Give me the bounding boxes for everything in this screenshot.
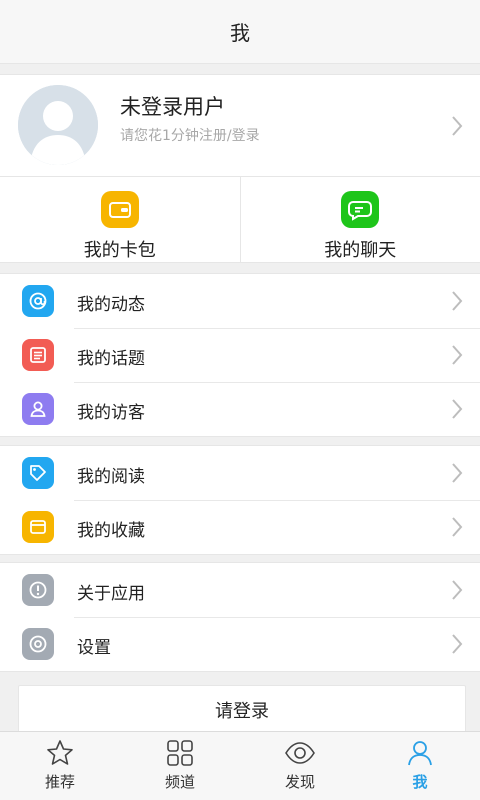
bottom-tab-bar: 推荐 频道 发现 我	[0, 731, 480, 800]
chevron-right-icon	[452, 463, 463, 483]
menu-item-label: 我的阅读	[77, 467, 145, 487]
menu-item-label: 我的动态	[77, 295, 145, 315]
profile-card[interactable]: 未登录用户 请您花1分钟注册/登录	[0, 74, 480, 177]
card-wallet-label: 我的卡包	[83, 240, 156, 261]
settings-icon	[22, 628, 54, 660]
menu-group-app: 关于应用 设置	[0, 562, 480, 672]
chevron-right-icon	[452, 291, 463, 311]
chevron-right-icon	[452, 345, 463, 365]
tab-label: 推荐	[44, 773, 75, 791]
menu-item-label: 设置	[77, 638, 111, 658]
page-title: 我	[230, 21, 250, 45]
login-button[interactable]: 请登录	[18, 685, 466, 735]
menu-item-label: 我的收藏	[77, 521, 145, 541]
avatar	[18, 85, 98, 165]
tab-recommend[interactable]: 推荐	[0, 732, 120, 800]
chevron-right-icon	[452, 634, 463, 654]
chat-icon	[341, 191, 380, 228]
grid-icon	[167, 740, 193, 766]
list-icon	[22, 339, 54, 371]
tag-icon	[22, 457, 54, 489]
tab-label: 发现	[284, 773, 315, 791]
menu-item-my-favorites[interactable]: 我的收藏	[0, 500, 480, 554]
chevron-right-icon	[452, 517, 463, 537]
profile-subtitle: 请您花1分钟注册/登录	[120, 128, 260, 144]
my-chat-label: 我的聊天	[324, 240, 397, 261]
eye-icon	[285, 742, 315, 764]
menu-item-my-reading[interactable]: 我的阅读	[0, 446, 480, 500]
wallet-icon	[100, 191, 139, 228]
menu-item-my-topics[interactable]: 我的话题	[0, 328, 480, 382]
menu-item-about[interactable]: 关于应用	[0, 563, 480, 617]
my-chat-button[interactable]: 我的聊天	[239, 177, 480, 262]
menu-item-label: 关于应用	[77, 584, 145, 604]
chevron-right-icon	[452, 580, 463, 600]
info-icon	[22, 574, 54, 606]
menu-group-reading: 我的阅读 我的收藏	[0, 445, 480, 555]
menu-item-settings[interactable]: 设置	[0, 617, 480, 671]
card-wallet-button[interactable]: 我的卡包	[0, 177, 240, 262]
menu-item-my-visitors[interactable]: 我的访客	[0, 382, 480, 436]
menu-group-activity: 我的动态 我的话题 我的访客	[0, 273, 480, 437]
menu-item-my-posts[interactable]: 我的动态	[0, 274, 480, 328]
star-icon	[47, 740, 73, 765]
quick-actions: 我的卡包 我的聊天	[0, 177, 480, 263]
profile-name: 未登录用户	[120, 95, 225, 119]
tab-label: 我	[412, 773, 428, 791]
at-icon	[22, 285, 54, 317]
chevron-right-icon	[452, 399, 463, 419]
tab-me[interactable]: 我	[360, 732, 480, 800]
tab-label: 频道	[164, 773, 195, 791]
top-bar: 我	[0, 0, 480, 64]
menu-item-label: 我的访客	[77, 403, 145, 423]
menu-item-label: 我的话题	[77, 349, 145, 369]
login-area: 请登录	[0, 672, 480, 735]
user-icon	[408, 741, 432, 766]
tab-channels[interactable]: 频道	[120, 732, 240, 800]
folder-icon	[22, 511, 54, 543]
chevron-right-icon	[452, 116, 463, 136]
tab-discover[interactable]: 发现	[240, 732, 360, 800]
person-icon	[22, 393, 54, 425]
avatar-placeholder-icon	[18, 85, 98, 165]
